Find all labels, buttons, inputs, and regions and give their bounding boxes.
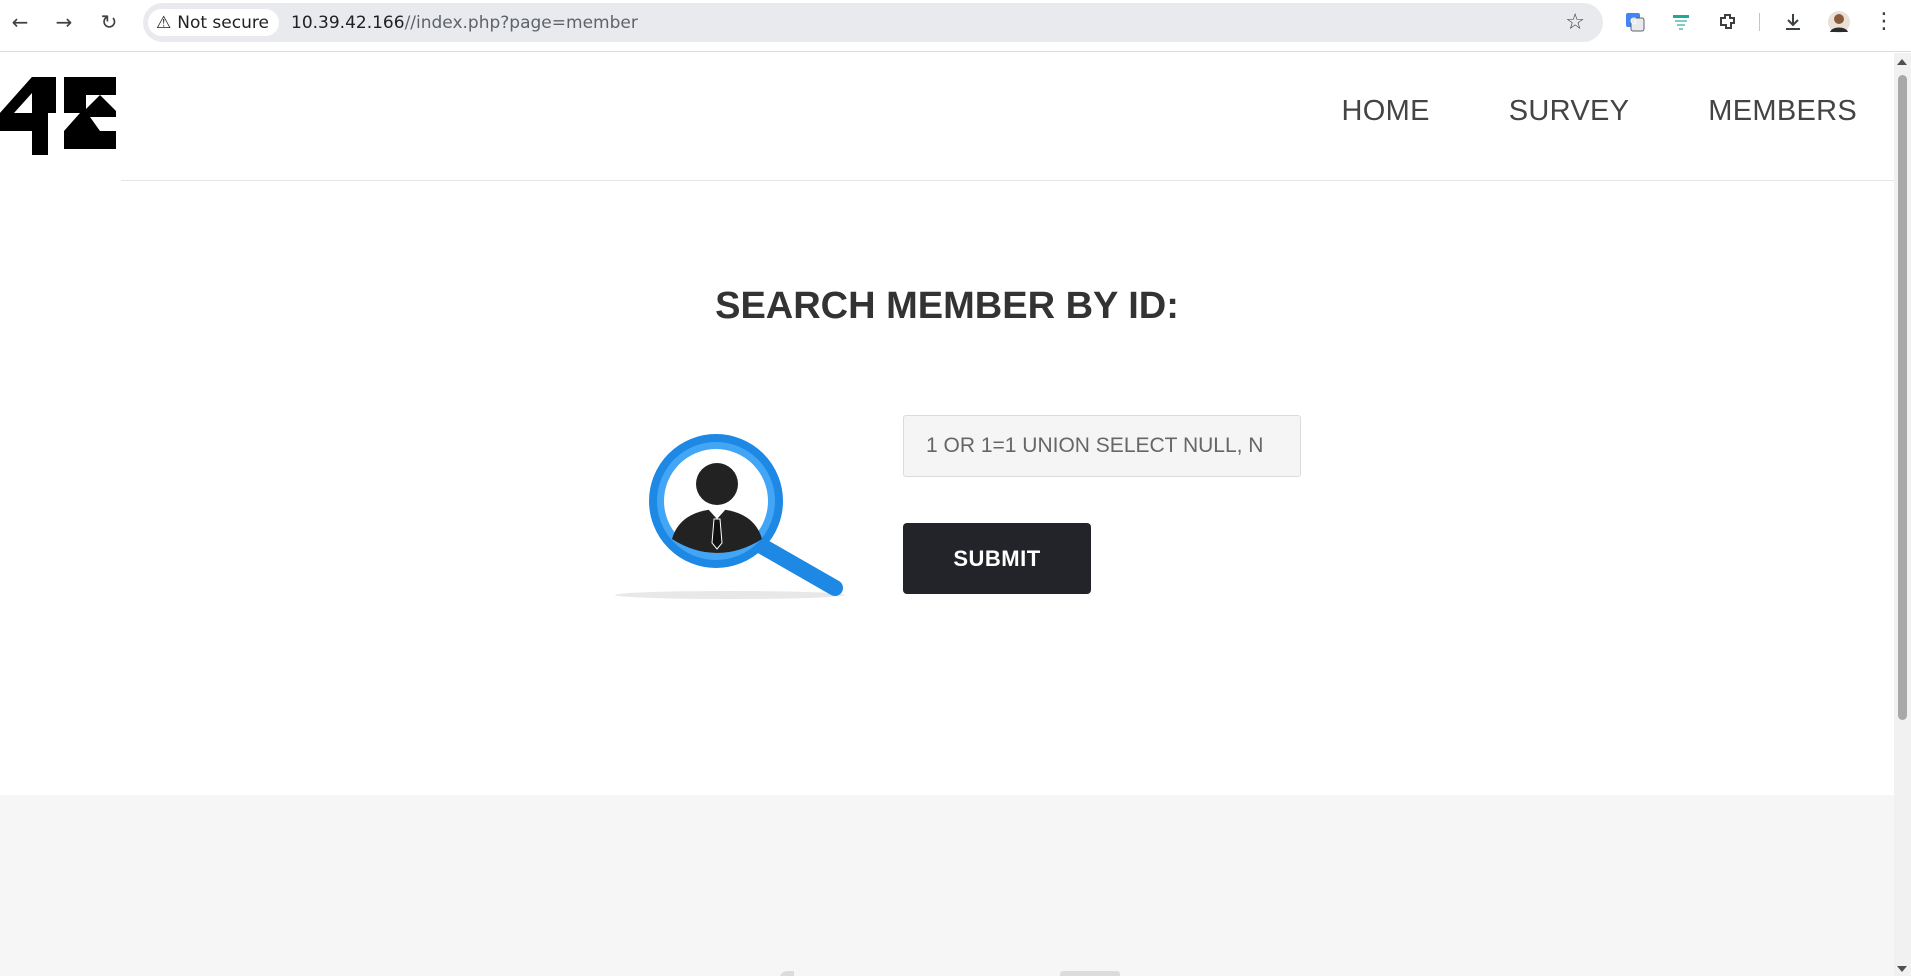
warning-icon: ⚠ [156,12,172,33]
browser-menu-icon[interactable]: ⋮ [1870,8,1898,36]
address-bar[interactable]: ⚠ Not secure 10.39.42.166//index.php?pag… [143,3,1603,42]
page-content: HOME SURVEY MEMBERS SEARCH MEMBER BY ID:… [0,53,1894,976]
profile-avatar[interactable] [1826,9,1852,35]
footer [0,795,1894,976]
extensions-puzzle-icon[interactable] [1715,9,1741,35]
download-icon[interactable] [1780,9,1806,35]
nav-home[interactable]: HOME [1342,95,1430,128]
browser-toolbar: ← → ↻ ⚠ Not secure 10.39.42.166//index.p… [0,0,1911,52]
page-scrollbar[interactable] [1894,53,1911,976]
facebook-icon [780,971,794,976]
site-logo[interactable] [0,73,116,159]
svg-text:G: G [1630,17,1637,27]
nav-members[interactable]: MEMBERS [1708,95,1857,128]
url-host: 10.39.42.166 [291,12,405,33]
security-label: Not secure [177,12,269,33]
page-title: SEARCH MEMBER BY ID: [715,285,1179,327]
forward-icon[interactable]: → [50,8,78,36]
member-id-input[interactable] [903,415,1301,477]
scroll-down-arrow-icon[interactable] [1897,966,1907,972]
extension-app-icon[interactable] [1668,9,1694,35]
url-path: //index.php?page=member [404,12,638,33]
google-translate-icon[interactable]: G [1622,9,1648,35]
toolbar-divider [1759,13,1760,31]
back-icon[interactable]: ← [6,8,34,36]
member-search-illustration [610,433,860,603]
social-icons-partial [780,971,1120,976]
scroll-up-arrow-icon[interactable] [1897,59,1907,65]
submit-button[interactable]: SUBMIT [903,523,1091,594]
email-icon [1060,971,1120,976]
url-text[interactable]: 10.39.42.166//index.php?page=member [291,3,638,42]
logo-42-mark [0,77,116,155]
header-divider [121,180,1894,181]
reload-icon[interactable]: ↻ [95,8,123,36]
nav-survey[interactable]: SURVEY [1509,95,1630,128]
bookmark-star-icon[interactable]: ☆ [1565,10,1585,35]
main-nav: HOME SURVEY MEMBERS [1342,95,1857,128]
scroll-thumb[interactable] [1898,75,1907,720]
security-chip[interactable]: ⚠ Not secure [148,9,279,36]
